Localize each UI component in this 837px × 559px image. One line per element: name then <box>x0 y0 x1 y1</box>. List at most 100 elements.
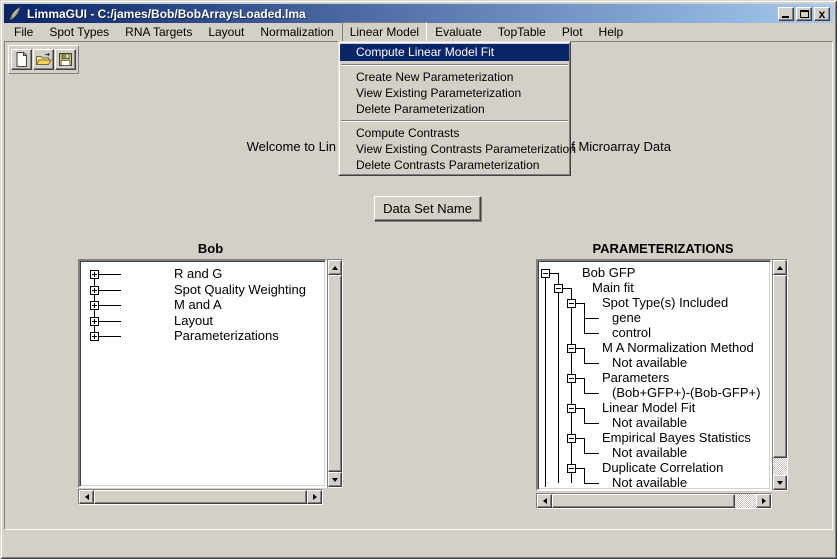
bob-horizontal-scrollbar[interactable] <box>78 489 323 505</box>
bob-vertical-scrollbar[interactable] <box>327 259 343 488</box>
tree-node-bob-gfp-bob-gfp[interactable]: (Bob+GFP+)-(Bob-GFP+) <box>612 386 760 400</box>
scroll-up-button[interactable] <box>328 260 342 275</box>
tree-connector-line <box>584 438 585 453</box>
tree-node-m-a-normalization-method[interactable]: M A Normalization Method <box>602 341 754 355</box>
menu-item-toptable[interactable]: TopTable <box>490 22 554 42</box>
tree-node-spot-quality-weighting[interactable]: Spot Quality Weighting <box>174 283 306 297</box>
collapse-box-icon[interactable] <box>567 344 576 353</box>
tree-node-not-available[interactable]: Not available <box>612 356 687 370</box>
menu-item-normalization[interactable]: Normalization <box>252 22 341 42</box>
menu-option-view-existing-contrasts-parameterization[interactable]: View Existing Contrasts Parameterization <box>340 141 569 157</box>
tree-node-linear-model-fit[interactable]: Linear Model Fit <box>602 401 695 415</box>
parameterizations-vertical-scrollbar[interactable] <box>772 259 788 491</box>
scroll-right-button[interactable] <box>307 490 322 504</box>
menu-item-spot-types[interactable]: Spot Types <box>41 22 117 42</box>
tree-node-gene[interactable]: gene <box>612 311 641 325</box>
close-button[interactable]: x <box>814 7 830 21</box>
left-panel-title: Bob <box>78 241 343 257</box>
tree-connector-line <box>584 348 585 363</box>
tree-connector-line <box>99 274 121 275</box>
scroll-track[interactable] <box>773 458 787 475</box>
scroll-up-button[interactable] <box>773 260 787 275</box>
scroll-thumb[interactable] <box>773 275 787 458</box>
tree-node-duplicate-correlation[interactable]: Duplicate Correlation <box>602 461 723 475</box>
parameterizations-horizontal-scrollbar[interactable] <box>536 493 772 509</box>
menu-option-compute-linear-model-fit[interactable]: Compute Linear Model Fit <box>340 44 569 61</box>
maximize-button[interactable] <box>796 7 812 21</box>
tree-node-not-available[interactable]: Not available <box>612 416 687 430</box>
expand-box-icon[interactable] <box>90 332 99 341</box>
tree-connector-line <box>99 290 121 291</box>
right-arrow-icon <box>313 494 317 500</box>
scroll-down-button[interactable] <box>328 472 342 487</box>
tree-connector-line <box>99 336 121 337</box>
bob-tree-listbox[interactable]: R and G Spot Quality WeightingM and A Layo… <box>78 259 327 488</box>
collapse-box-icon[interactable] <box>541 269 550 278</box>
scroll-track[interactable] <box>735 494 756 508</box>
parameterizations-tree: Bob GFPMain fitSpot Type(s) Includedgene… <box>540 263 768 487</box>
collapse-box-icon[interactable] <box>567 464 576 473</box>
scroll-thumb[interactable] <box>94 490 307 504</box>
tree-node-control[interactable]: control <box>612 326 651 340</box>
menu-option-delete-contrasts-parameterization[interactable]: Delete Contrasts Parameterization <box>340 157 569 173</box>
collapse-box-icon[interactable] <box>567 299 576 308</box>
open-file-button[interactable] <box>33 49 54 70</box>
app-window: LimmaGUI - C:/james/Bob/BobArraysLoaded.… <box>0 0 837 559</box>
expand-box-icon[interactable] <box>90 270 99 279</box>
scroll-thumb[interactable] <box>328 275 342 472</box>
tree-node-main-fit[interactable]: Main fit <box>592 281 634 295</box>
down-arrow-icon <box>777 481 783 485</box>
tree-node-parameters[interactable]: Parameters <box>602 371 669 385</box>
menu-item-layout[interactable]: Layout <box>200 22 252 42</box>
minimize-button[interactable] <box>778 7 794 21</box>
new-file-button[interactable] <box>11 49 32 70</box>
tree-node-empirical-bayes-statistics[interactable]: Empirical Bayes Statistics <box>602 431 751 445</box>
data-set-name-button[interactable]: Data Set Name <box>374 196 481 221</box>
scroll-left-button[interactable] <box>537 494 552 508</box>
tree-connector-line <box>99 305 121 306</box>
menu-item-evaluate[interactable]: Evaluate <box>427 22 490 42</box>
collapse-box-icon[interactable] <box>567 404 576 413</box>
menu-item-plot[interactable]: Plot <box>554 22 591 42</box>
collapse-box-icon[interactable] <box>567 374 576 383</box>
tree-connector-line <box>584 408 585 423</box>
expand-box-icon[interactable] <box>90 301 99 310</box>
collapse-box-icon[interactable] <box>567 434 576 443</box>
scroll-down-button[interactable] <box>773 475 787 490</box>
tree-connector-line <box>584 393 599 394</box>
tree-node-parameterizations[interactable]: Parameterizations <box>174 329 279 343</box>
scroll-thumb[interactable] <box>552 494 735 508</box>
menu-option-create-new-parameterization[interactable]: Create New Parameterization <box>340 69 569 85</box>
menu-option-view-existing-parameterization[interactable]: View Existing Parameterization <box>340 85 569 101</box>
tree-node-layout[interactable]: Layout <box>174 314 213 328</box>
tree-node-not-available[interactable]: Not available <box>612 476 687 487</box>
tree-node-bob-gfp[interactable]: Bob GFP <box>582 266 635 280</box>
right-panel-title: PARAMETERIZATIONS <box>536 241 790 257</box>
tree-connector-line <box>584 453 599 454</box>
tree-node-not-available[interactable]: Not available <box>612 446 687 460</box>
scroll-left-button[interactable] <box>79 490 94 504</box>
welcome-text-left: Welcome to Lin <box>247 139 336 155</box>
right-arrow-icon <box>762 498 766 504</box>
menu-option-compute-contrasts[interactable]: Compute Contrasts <box>340 125 569 141</box>
menu-item-help[interactable]: Help <box>591 22 632 42</box>
menu-separator <box>340 61 569 69</box>
tree-connector-line <box>558 273 559 483</box>
expand-box-icon[interactable] <box>90 286 99 295</box>
save-file-button[interactable] <box>55 49 76 70</box>
menu-item-file[interactable]: File <box>6 22 41 42</box>
menu-item-linear-model[interactable]: Linear Model <box>342 22 427 42</box>
menu-option-delete-parameterization[interactable]: Delete Parameterization <box>340 101 569 117</box>
tree-connector-line <box>584 468 585 483</box>
tree-connector-line <box>584 318 599 319</box>
left-arrow-icon <box>543 498 547 504</box>
menu-item-rna-targets[interactable]: RNA Targets <box>117 22 200 42</box>
expand-box-icon[interactable] <box>90 317 99 326</box>
tree-node-spot-type-s-included[interactable]: Spot Type(s) Included <box>602 296 728 310</box>
tree-node-m-and-a[interactable]: M and A <box>174 298 222 312</box>
scroll-right-button[interactable] <box>756 494 771 508</box>
parameterizations-tree-listbox[interactable]: Bob GFPMain fitSpot Type(s) Includedgene… <box>536 259 772 491</box>
maximize-icon <box>800 10 809 18</box>
tree-node-r-and-g[interactable]: R and G <box>174 267 222 281</box>
collapse-box-icon[interactable] <box>554 284 563 293</box>
